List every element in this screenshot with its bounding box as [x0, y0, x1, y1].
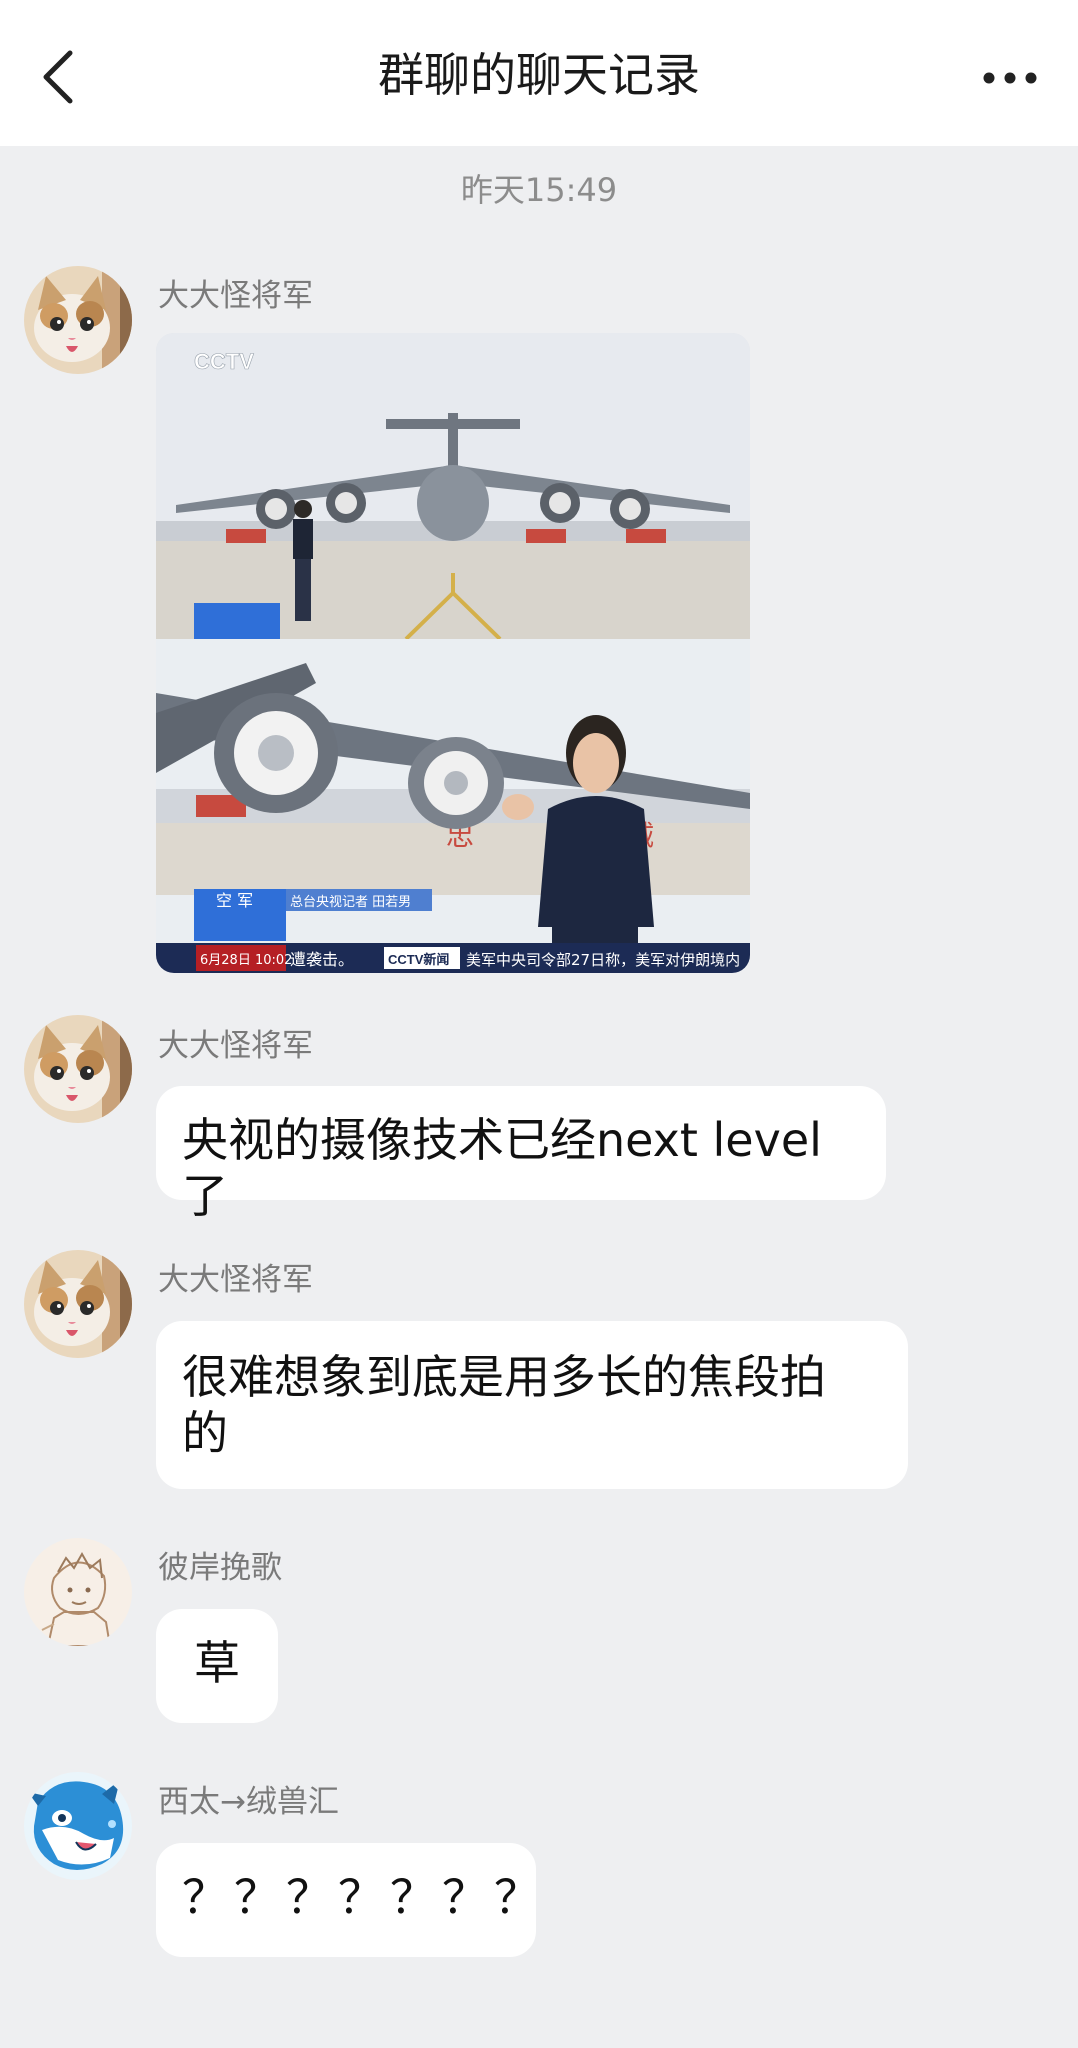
message-text: 草	[194, 1636, 240, 1690]
sender-name: 大大怪将军	[158, 1262, 313, 1298]
message-timestamp: 昨天15:49	[460, 171, 618, 209]
caption-name: 总台央视记者 田若男	[290, 894, 411, 910]
ticker-brand: CCTV新闻	[388, 952, 449, 967]
message-text-line: 很难想象到底是用多长的焦段拍	[182, 1350, 826, 1404]
message-text-line: 的	[182, 1406, 228, 1460]
sender-name: 西太→绒兽汇	[158, 1784, 339, 1820]
sender-name: 大大怪将军	[158, 1028, 313, 1064]
shared-photo[interactable]: CCTV 忠 诚 空 军 总台央视记者 田若男 6月28日 10:02 遭袭击。	[156, 333, 750, 973]
ticker-text-right: 美军中央司令部27日称，美军对伊朗境内	[466, 951, 740, 969]
message-bubble[interactable]: 很难想象到底是用多长的焦段拍 的	[156, 1321, 908, 1489]
more-options-button[interactable]	[972, 50, 1048, 106]
page-title: 群聊的聊天记录	[378, 48, 700, 102]
message-bubble[interactable]: 央视的摄像技术已经next level了	[156, 1086, 886, 1223]
message-text: 央视的摄像技术已经next level了	[182, 1113, 822, 1223]
news-screenshot-image: CCTV 忠 诚 空 军 总台央视记者 田若男 6月28日 10:02 遭袭击。	[156, 333, 750, 973]
back-button[interactable]	[28, 44, 88, 110]
message-bubble[interactable]: 草	[156, 1609, 278, 1723]
sender-name: 大大怪将军	[158, 278, 313, 314]
caption-tag: 空 军	[216, 891, 253, 910]
cat-avatar-image	[24, 1250, 132, 1358]
sender-name: 彼岸挽歌	[158, 1550, 282, 1586]
ticker-text-left: 遭袭击。	[290, 950, 354, 969]
avatar-cat[interactable]	[24, 1250, 132, 1358]
chevron-left-icon	[43, 50, 73, 104]
top-bar: 群聊的聊天记录	[0, 0, 1078, 146]
avatar-cat[interactable]	[24, 266, 132, 374]
avatar-blue-beast[interactable]	[24, 1772, 132, 1880]
sketch-avatar-image	[24, 1538, 132, 1646]
more-dots-icon	[983, 72, 1037, 84]
avatar-cat[interactable]	[24, 1015, 132, 1123]
avatar-sketch-character[interactable]	[24, 1538, 132, 1646]
blue-beast-avatar-image	[24, 1772, 132, 1880]
cctv-logo-text: CCTV	[194, 349, 254, 374]
message-bubble[interactable]: ？？？？？？？	[156, 1843, 540, 1957]
message-text: ？？？？？？？	[182, 1870, 546, 1924]
cat-avatar-image	[24, 1015, 132, 1123]
ticker-date: 6月28日 10:02	[200, 953, 292, 968]
cat-avatar-image	[24, 266, 132, 374]
